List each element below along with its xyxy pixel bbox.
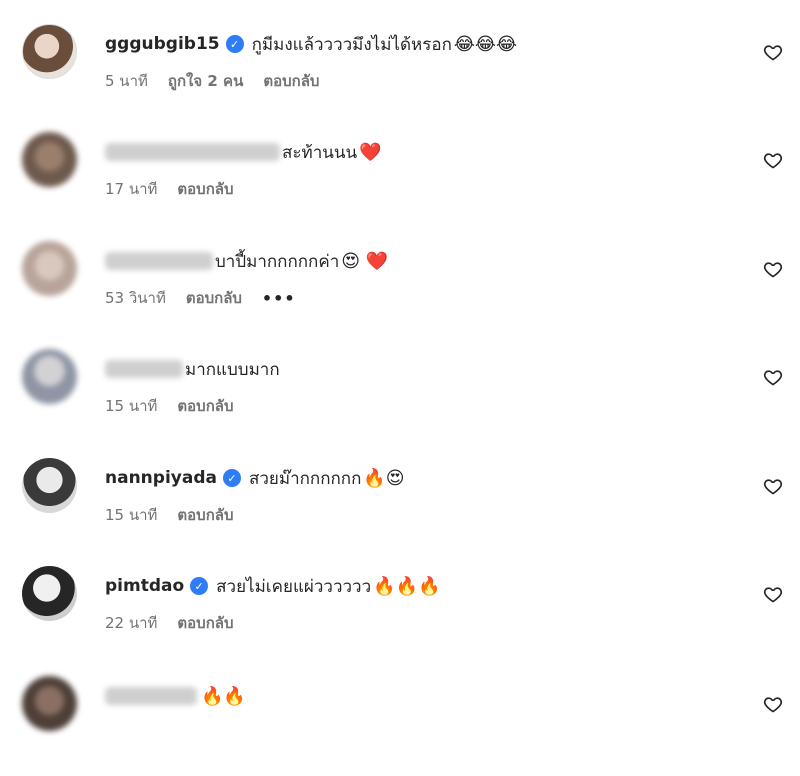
heart-outline-icon[interactable] bbox=[763, 42, 783, 62]
heart-outline-icon[interactable] bbox=[763, 476, 783, 496]
verified-badge-icon: ✓ bbox=[190, 577, 209, 595]
comment-meta: 5 นาที ถูกใจ 2 คน ตอบกลับ bbox=[105, 69, 339, 93]
blurred-username[interactable] bbox=[105, 360, 183, 378]
comment-line: pimtdao ✓ สวยไม่เคยแผ่วววววว 🔥🔥🔥 bbox=[105, 570, 440, 602]
reply-button[interactable]: ตอบกลับ bbox=[186, 286, 242, 310]
comment-meta: 15 นาที ตอบกลับ bbox=[105, 394, 254, 418]
comment-text: บาปี้มากกกกกค่า bbox=[215, 251, 340, 272]
blurred-username[interactable] bbox=[105, 252, 213, 270]
comment-item: มากแบบมาก 15 นาที ตอบกลับ bbox=[0, 349, 800, 449]
avatar[interactable] bbox=[22, 241, 77, 296]
comment-time: 53 วินาที bbox=[105, 289, 166, 307]
avatar[interactable] bbox=[22, 24, 77, 79]
comment-meta: 17 นาที ตอบกลับ bbox=[105, 177, 254, 201]
heart-outline-icon[interactable] bbox=[763, 584, 783, 604]
comment-time: 17 นาที bbox=[105, 180, 158, 198]
comment-list: gggubgib15 ✓ กูมีมงแล้ววววมึงไม่ได้หรอก … bbox=[0, 0, 800, 744]
reply-button[interactable]: ตอบกลับ bbox=[263, 69, 319, 93]
heart-outline-icon[interactable] bbox=[763, 259, 783, 279]
username[interactable]: pimtdao bbox=[105, 576, 184, 596]
username[interactable]: gggubgib15 bbox=[105, 34, 220, 54]
comment-meta: 15 นาที ตอบกลับ bbox=[105, 503, 254, 527]
heart-outline-icon[interactable] bbox=[763, 150, 783, 170]
comment-time: 15 นาที bbox=[105, 506, 158, 524]
comment-time: 5 นาที bbox=[105, 72, 148, 90]
comment-item: บาปี้มากกกกกค่า 😍 ❤️ 53 วินาที ตอบกลับ •… bbox=[0, 241, 800, 341]
reply-button[interactable]: ตอบกลับ bbox=[177, 611, 233, 635]
comment-text: สวยไม่เคยแผ่วววววว bbox=[216, 576, 372, 597]
comment-text: สะท้านนน bbox=[282, 142, 358, 163]
comment-line: สะท้านนน ❤️ bbox=[105, 136, 382, 168]
comment-meta: 22 นาที ตอบกลับ bbox=[105, 611, 254, 635]
comment-item: สะท้านนน ❤️ 17 นาที ตอบกลับ bbox=[0, 132, 800, 232]
comment-emoji: 🔥😍 bbox=[363, 467, 405, 489]
comment-line: มากแบบมาก bbox=[105, 353, 280, 385]
avatar[interactable] bbox=[22, 566, 77, 621]
avatar[interactable] bbox=[22, 349, 77, 404]
comment-line: 🔥🔥 bbox=[105, 680, 246, 712]
comment-time: 22 นาที bbox=[105, 614, 158, 632]
blurred-username[interactable] bbox=[105, 143, 280, 161]
comment-line: nannpiyada ✓ สวยม๊ากกกกกก 🔥😍 bbox=[105, 462, 405, 494]
like-count[interactable]: ถูกใจ 2 คน bbox=[168, 69, 243, 93]
comment-emoji: 🔥🔥 bbox=[201, 685, 246, 707]
heart-outline-icon[interactable] bbox=[763, 367, 783, 387]
comment-text: กูมีมงแล้ววววมึงไม่ได้หรอก bbox=[251, 34, 452, 55]
verified-badge-icon: ✓ bbox=[222, 469, 241, 487]
comment-line: บาปี้มากกกกกค่า 😍 ❤️ bbox=[105, 245, 388, 277]
heart-outline-icon[interactable] bbox=[763, 694, 783, 714]
avatar[interactable] bbox=[22, 132, 77, 187]
comment-text: สวยม๊ากกกกกก bbox=[248, 468, 362, 489]
comment-text: มากแบบมาก bbox=[185, 359, 280, 380]
avatar[interactable] bbox=[22, 458, 77, 513]
reply-button[interactable]: ตอบกลับ bbox=[177, 177, 233, 201]
comment-emoji: 😍 ❤️ bbox=[341, 250, 389, 272]
comment-meta: 53 วินาที ตอบกลับ ••• bbox=[105, 286, 316, 310]
reply-button[interactable]: ตอบกลับ bbox=[177, 503, 233, 527]
blurred-username[interactable] bbox=[105, 687, 197, 705]
comment-emoji: 🔥🔥🔥 bbox=[373, 575, 441, 597]
more-options-button[interactable]: ••• bbox=[262, 289, 296, 308]
reply-button[interactable]: ตอบกลับ bbox=[177, 394, 233, 418]
comment-item: 🔥🔥 bbox=[0, 676, 800, 776]
comment-item: pimtdao ✓ สวยไม่เคยแผ่วววววว 🔥🔥🔥 22 นาที… bbox=[0, 566, 800, 666]
comment-emoji: 😂😂😂 bbox=[453, 33, 517, 55]
comment-item: nannpiyada ✓ สวยม๊ากกกกกก 🔥😍 15 นาที ตอบ… bbox=[0, 458, 800, 558]
username[interactable]: nannpiyada bbox=[105, 468, 217, 488]
comment-time: 15 นาที bbox=[105, 397, 158, 415]
comment-line: gggubgib15 ✓ กูมีมงแล้ววววมึงไม่ได้หรอก … bbox=[105, 28, 517, 60]
comment-item: gggubgib15 ✓ กูมีมงแล้ววววมึงไม่ได้หรอก … bbox=[0, 24, 800, 124]
avatar[interactable] bbox=[22, 676, 77, 731]
verified-badge-icon: ✓ bbox=[225, 35, 244, 53]
comment-emoji: ❤️ bbox=[359, 141, 382, 163]
